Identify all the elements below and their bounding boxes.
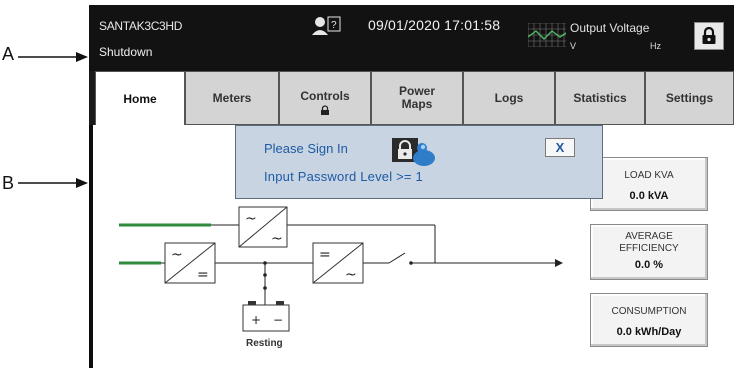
lock-icon bbox=[321, 104, 329, 115]
tab-statistics-label: Statistics bbox=[573, 90, 627, 105]
consumption-box[interactable]: CONSUMPTION 0.0 kWh/Day bbox=[590, 293, 708, 347]
tab-logs[interactable]: Logs bbox=[463, 71, 555, 125]
callout-b-arrow bbox=[18, 178, 88, 188]
tab-home[interactable]: Home bbox=[95, 71, 185, 127]
svg-text:~: ~ bbox=[345, 267, 357, 283]
model-name: SANTAK3C3HD bbox=[99, 19, 183, 33]
tab-settings[interactable]: Settings bbox=[645, 71, 734, 125]
callout-a-arrow bbox=[18, 52, 88, 62]
sign-in-title: Please Sign In bbox=[264, 141, 348, 156]
consumption-value: 0.0 kWh/Day bbox=[616, 326, 682, 338]
average-efficiency-value: 0.0 % bbox=[634, 259, 664, 271]
callout-b-label: B bbox=[2, 173, 15, 193]
inverter: = ~ bbox=[312, 242, 364, 284]
tab-statistics[interactable]: Statistics bbox=[555, 71, 645, 125]
tab-settings-label: Settings bbox=[665, 90, 714, 105]
user-help-icon[interactable]: ? bbox=[311, 15, 341, 44]
date-time: 09/01/2020 17:01:58 bbox=[368, 17, 501, 33]
tab-meters[interactable]: Meters bbox=[185, 71, 279, 125]
output-voltage-unit: V bbox=[570, 41, 577, 51]
rectifier: ~ = bbox=[164, 242, 216, 284]
user-lock-icon bbox=[392, 136, 436, 173]
tab-controls-label: Controls bbox=[300, 88, 350, 103]
load-kva-label: LOAD KVA bbox=[624, 170, 674, 181]
sign-in-dialog: Please Sign In X Input Password Level >=… bbox=[235, 125, 603, 199]
battery-status: Resting bbox=[246, 338, 283, 349]
svg-text:−: − bbox=[273, 313, 283, 327]
close-icon: X bbox=[555, 140, 565, 155]
home-content: ~ ~ ~ = = ~ + − Resting LOAD KVA 0.0 kVA… bbox=[93, 125, 734, 368]
ups-status: Shutdown bbox=[99, 45, 153, 59]
output-arrow bbox=[555, 259, 563, 267]
svg-text:?: ? bbox=[331, 20, 337, 31]
tab-power-maps[interactable]: Power Maps bbox=[371, 71, 463, 125]
login-lock-button[interactable] bbox=[694, 22, 724, 50]
svg-text:~: ~ bbox=[245, 211, 257, 227]
average-efficiency-label: AVERAGE EFFICIENCY bbox=[619, 231, 679, 254]
password-level-message: Input Password Level >= 1 bbox=[264, 169, 423, 184]
svg-text:+: + bbox=[251, 313, 261, 327]
tab-bar: Home Meters Controls Power Maps Logs Sta… bbox=[89, 71, 734, 127]
tab-home-label: Home bbox=[123, 92, 157, 106]
callout-a-label: A bbox=[2, 44, 15, 64]
tab-logs-label: Logs bbox=[494, 90, 524, 105]
svg-text:=: = bbox=[319, 247, 331, 263]
average-efficiency-box[interactable]: AVERAGE EFFICIENCY 0.0 % bbox=[590, 224, 708, 280]
svg-text:~: ~ bbox=[271, 231, 283, 247]
status-header: SANTAK3C3HD Shutdown ? 09/01/2020 17:01:… bbox=[89, 5, 734, 71]
output-switch bbox=[388, 252, 406, 264]
load-kva-value: 0.0 kVA bbox=[629, 190, 669, 202]
device-screen: SANTAK3C3HD Shutdown ? 09/01/2020 17:01:… bbox=[89, 5, 734, 368]
load-kva-box[interactable]: LOAD KVA 0.0 kVA bbox=[590, 157, 708, 211]
tab-meters-label: Meters bbox=[212, 90, 252, 105]
output-frequency-unit: Hz bbox=[650, 41, 661, 51]
close-dialog-button[interactable]: X bbox=[545, 138, 575, 157]
lock-icon bbox=[702, 27, 716, 44]
consumption-label: CONSUMPTION bbox=[611, 306, 687, 317]
output-voltage-label: Output Voltage bbox=[570, 21, 650, 35]
svg-text:~: ~ bbox=[171, 247, 183, 263]
svg-text:=: = bbox=[197, 267, 209, 283]
tab-power-maps-label: Power Maps bbox=[398, 84, 435, 111]
battery: + − bbox=[242, 301, 290, 332]
bypass-converter: ~ ~ bbox=[238, 206, 288, 248]
waveform-graph-icon[interactable] bbox=[527, 22, 567, 52]
tab-controls[interactable]: Controls bbox=[279, 71, 371, 125]
